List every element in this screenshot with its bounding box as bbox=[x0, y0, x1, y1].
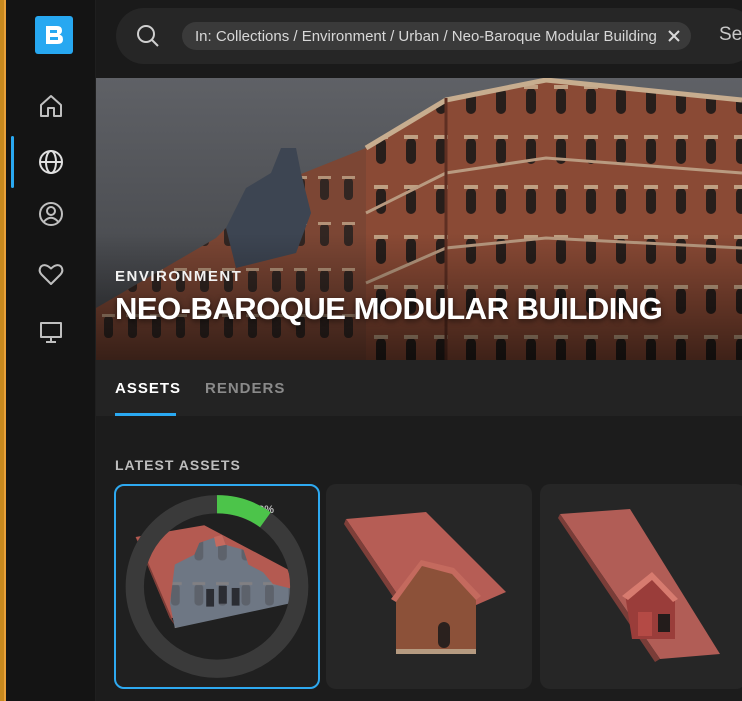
asset-card[interactable] bbox=[540, 484, 742, 689]
home-icon bbox=[40, 95, 62, 117]
asset-card[interactable]: 9% bbox=[114, 484, 320, 689]
user-circle-icon bbox=[39, 202, 63, 226]
sidebar-item-browse[interactable] bbox=[6, 136, 96, 188]
search-filter-chip[interactable]: In: Collections / Environment / Urban / … bbox=[182, 22, 691, 50]
page-title: NEO-BAROQUE MODULAR BUILDING bbox=[115, 291, 663, 326]
sidebar: B bbox=[6, 0, 96, 701]
monitor-icon bbox=[40, 322, 62, 343]
heart-icon bbox=[38, 264, 64, 285]
search-icon[interactable] bbox=[134, 22, 162, 50]
hero-category: ENVIRONMENT bbox=[115, 268, 243, 285]
section-title: LATEST ASSETS bbox=[115, 457, 241, 473]
hero-banner: ENVIRONMENT NEO-BAROQUE MODULAR BUILDING bbox=[96, 78, 742, 360]
tab-bar: ASSETS RENDERS bbox=[96, 360, 742, 416]
asset-card[interactable] bbox=[326, 484, 532, 689]
app-logo[interactable]: B bbox=[35, 16, 73, 54]
filter-chip-label: In: Collections / Environment / Urban / … bbox=[195, 27, 657, 45]
logo-b-icon bbox=[46, 26, 63, 44]
assets-panel: LATEST ASSETS 9% bbox=[96, 416, 742, 701]
tab-assets[interactable]: ASSETS bbox=[115, 380, 181, 397]
globe-icon bbox=[39, 150, 63, 174]
asset-thumbnail bbox=[344, 512, 506, 654]
tab-renders[interactable]: RENDERS bbox=[205, 380, 285, 397]
top-bar: In: Collections / Environment / Urban / … bbox=[96, 0, 742, 78]
sidebar-item-favorites[interactable] bbox=[6, 248, 96, 300]
sidebar-item-desktop[interactable] bbox=[6, 306, 96, 358]
sidebar-item-profile[interactable] bbox=[6, 188, 96, 240]
loading-spinner-icon bbox=[125, 495, 309, 678]
search-input[interactable]: Se bbox=[719, 24, 742, 46]
sidebar-item-home[interactable] bbox=[6, 80, 96, 132]
close-icon[interactable] bbox=[666, 28, 682, 44]
asset-thumbnail bbox=[558, 509, 720, 662]
search-bar[interactable]: In: Collections / Environment / Urban / … bbox=[116, 8, 742, 64]
